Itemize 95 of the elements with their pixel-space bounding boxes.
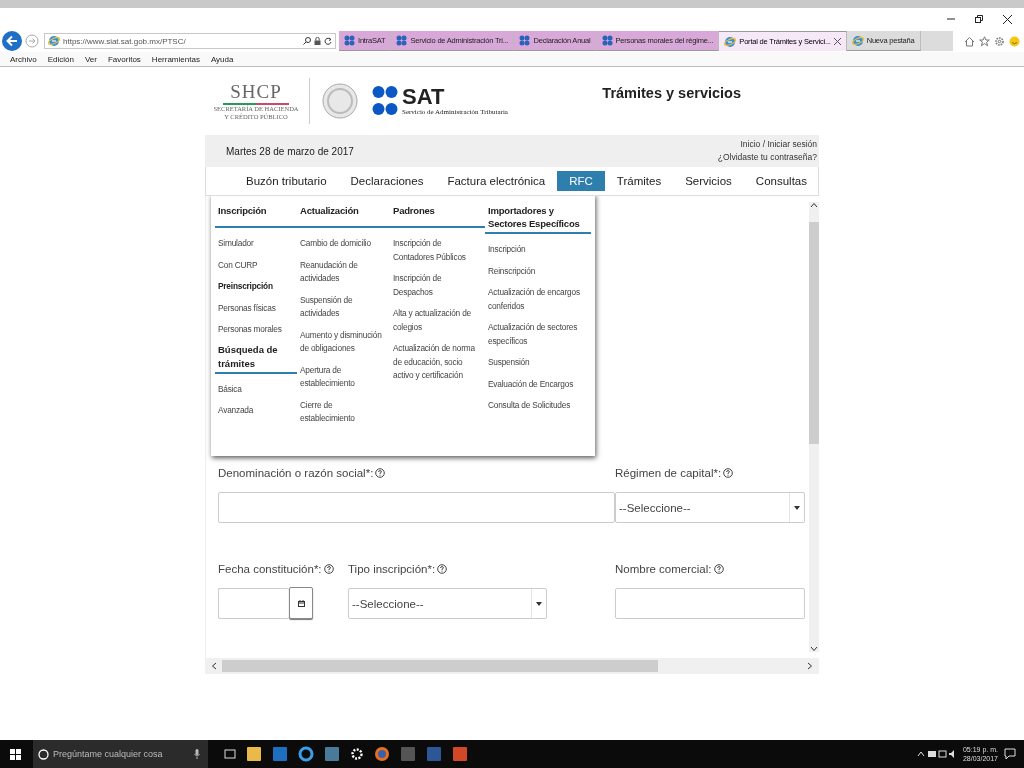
search-icon[interactable]: [303, 37, 311, 45]
menu-heading: Inscripción: [215, 202, 297, 228]
close-tab-icon[interactable]: [833, 38, 841, 45]
nav-tab[interactable]: Buzón tributario: [234, 171, 339, 191]
smiley-icon[interactable]: [1009, 35, 1020, 47]
calendar-button[interactable]: [289, 587, 313, 619]
input-field[interactable]: [218, 492, 615, 523]
scroll-right-icon[interactable]: [807, 662, 813, 670]
help-icon[interactable]: [323, 564, 334, 574]
lock-icon: [314, 37, 321, 45]
close-icon[interactable]: [1003, 14, 1012, 24]
menu-item[interactable]: Archivo: [10, 54, 37, 64]
menu-link[interactable]: Apertura de establecimiento: [297, 363, 390, 391]
menu-link[interactable]: Consulta de Solicitudes: [485, 399, 591, 413]
menu-item[interactable]: Edición: [47, 54, 74, 64]
menu-link[interactable]: Inscripción: [485, 243, 591, 257]
menu-link[interactable]: Actualización de sectores específicos: [485, 321, 591, 348]
menu-heading: Padrones: [390, 202, 485, 228]
select-field[interactable]: --Seleccione--: [615, 492, 805, 523]
date-field[interactable]: [218, 588, 290, 619]
field-label: Régimen de capital*:: [615, 467, 722, 479]
menu-subheading: Búsqueda de trámites: [215, 342, 297, 374]
scroll-left-icon[interactable]: [211, 662, 217, 670]
back-icon[interactable]: [2, 31, 22, 51]
nav-tab[interactable]: Servicios: [673, 171, 744, 191]
menu-link[interactable]: Cambio de domicilio: [297, 237, 390, 251]
menu-link[interactable]: Suspensión: [485, 356, 591, 370]
menu-link[interactable]: Actualización de norma de educación, socio activo y certificación: [390, 342, 485, 383]
menu-item[interactable]: Herramientas: [151, 54, 200, 64]
menu-item[interactable]: Favoritos: [107, 54, 141, 64]
page-title: Trámites y servicios: [602, 85, 741, 101]
select-field[interactable]: --Seleccione--: [348, 588, 547, 619]
help-icon[interactable]: [437, 564, 448, 574]
ring-icon: [38, 748, 49, 760]
microphone-icon[interactable]: [194, 749, 200, 759]
field-label: Tipo inscripción*:: [348, 563, 436, 575]
minimize-icon[interactable]: [947, 15, 955, 23]
home-icon[interactable]: [964, 35, 975, 47]
help-icon[interactable]: [723, 468, 734, 478]
menu-link[interactable]: Actualización de encargos conferidos: [485, 286, 591, 313]
menu-link[interactable]: Cierre de establecimiento: [297, 398, 390, 426]
login-link[interactable]: Inicio / Iniciar sesión: [740, 138, 817, 151]
menu-heading: Actualización: [297, 202, 390, 228]
restore-icon[interactable]: [975, 15, 983, 23]
menu-link[interactable]: Reanudación de actividades: [297, 258, 390, 286]
menu-link[interactable]: Alta y actualización de colegios: [390, 307, 485, 334]
globe-e-icon: [724, 35, 737, 48]
scroll-up-icon[interactable]: [810, 202, 818, 208]
menu-heading: Importadores y Sectores Específicos: [485, 202, 591, 234]
nav-tab[interactable]: Consultas: [743, 171, 819, 191]
menu-link[interactable]: Inscripción de Despachos: [390, 272, 485, 299]
nav-tab[interactable]: RFC: [557, 171, 605, 191]
task-view-icon[interactable]: [224, 749, 236, 759]
horizontal-scrollbar[interactable]: [205, 658, 819, 674]
input-field[interactable]: [615, 588, 805, 619]
field-label: Fecha constitución*:: [218, 563, 322, 575]
menu-link[interactable]: Evaluación de Encargos: [485, 377, 591, 391]
tray-icons[interactable]: [916, 749, 957, 759]
menu-link[interactable]: Con CURP: [215, 258, 297, 272]
menu-link[interactable]: Inscripción de Contadores Públicos: [390, 237, 485, 264]
field-label: Denominación o razón social*:: [218, 467, 374, 479]
help-icon[interactable]: [713, 564, 724, 574]
menu-link[interactable]: Suspensión de actividades: [297, 293, 390, 321]
nav-tab[interactable]: Trámites: [604, 171, 674, 191]
address-bar[interactable]: https://www.siat.sat.gob.mx/PTSC/: [44, 33, 336, 49]
windows-start-icon[interactable]: [10, 748, 21, 760]
menu-label: Preinscripción: [217, 280, 274, 293]
menu-link[interactable]: Avanzada: [215, 404, 297, 418]
globe-e-icon: [48, 35, 60, 47]
menu-link[interactable]: Simulador: [215, 237, 297, 251]
notification-icon[interactable]: [1004, 748, 1016, 760]
forgot-password-link[interactable]: ¿Olvidaste tu contraseña?: [717, 151, 817, 164]
vertical-scrollbar[interactable]: [809, 202, 819, 652]
menu-item[interactable]: Ver: [84, 54, 97, 64]
menu-link[interactable]: Personas morales: [215, 323, 297, 337]
menu-link[interactable]: Reinscripción: [485, 264, 591, 278]
nav-tab[interactable]: Factura electrónica: [435, 171, 558, 191]
taskbar-search-field[interactable]: Pregúntame cualquier cosa: [33, 740, 208, 768]
star-icon[interactable]: [979, 35, 990, 47]
menu-item[interactable]: Ayuda: [210, 54, 234, 64]
menu-link[interactable]: Aumento y disminución de obligaciones: [297, 328, 390, 356]
refresh-icon[interactable]: [324, 37, 332, 45]
four-dots-icon: [396, 35, 408, 46]
globe-e-icon: [851, 34, 864, 47]
date-text: Martes 28 de marzo de 2017: [226, 145, 354, 157]
calendar-icon: [297, 599, 305, 607]
nav-tab[interactable]: Declaraciones: [338, 171, 436, 191]
four-dots-icon: [344, 35, 355, 46]
help-icon[interactable]: [375, 468, 386, 478]
four-dots-icon: [601, 35, 613, 46]
menu-link[interactable]: Básica: [215, 382, 297, 396]
field-label: Nombre comercial:: [615, 563, 712, 575]
four-dots-icon: [519, 35, 531, 46]
scroll-down-icon[interactable]: [810, 646, 818, 652]
menu-link[interactable]: Personas físicas: [215, 301, 297, 315]
